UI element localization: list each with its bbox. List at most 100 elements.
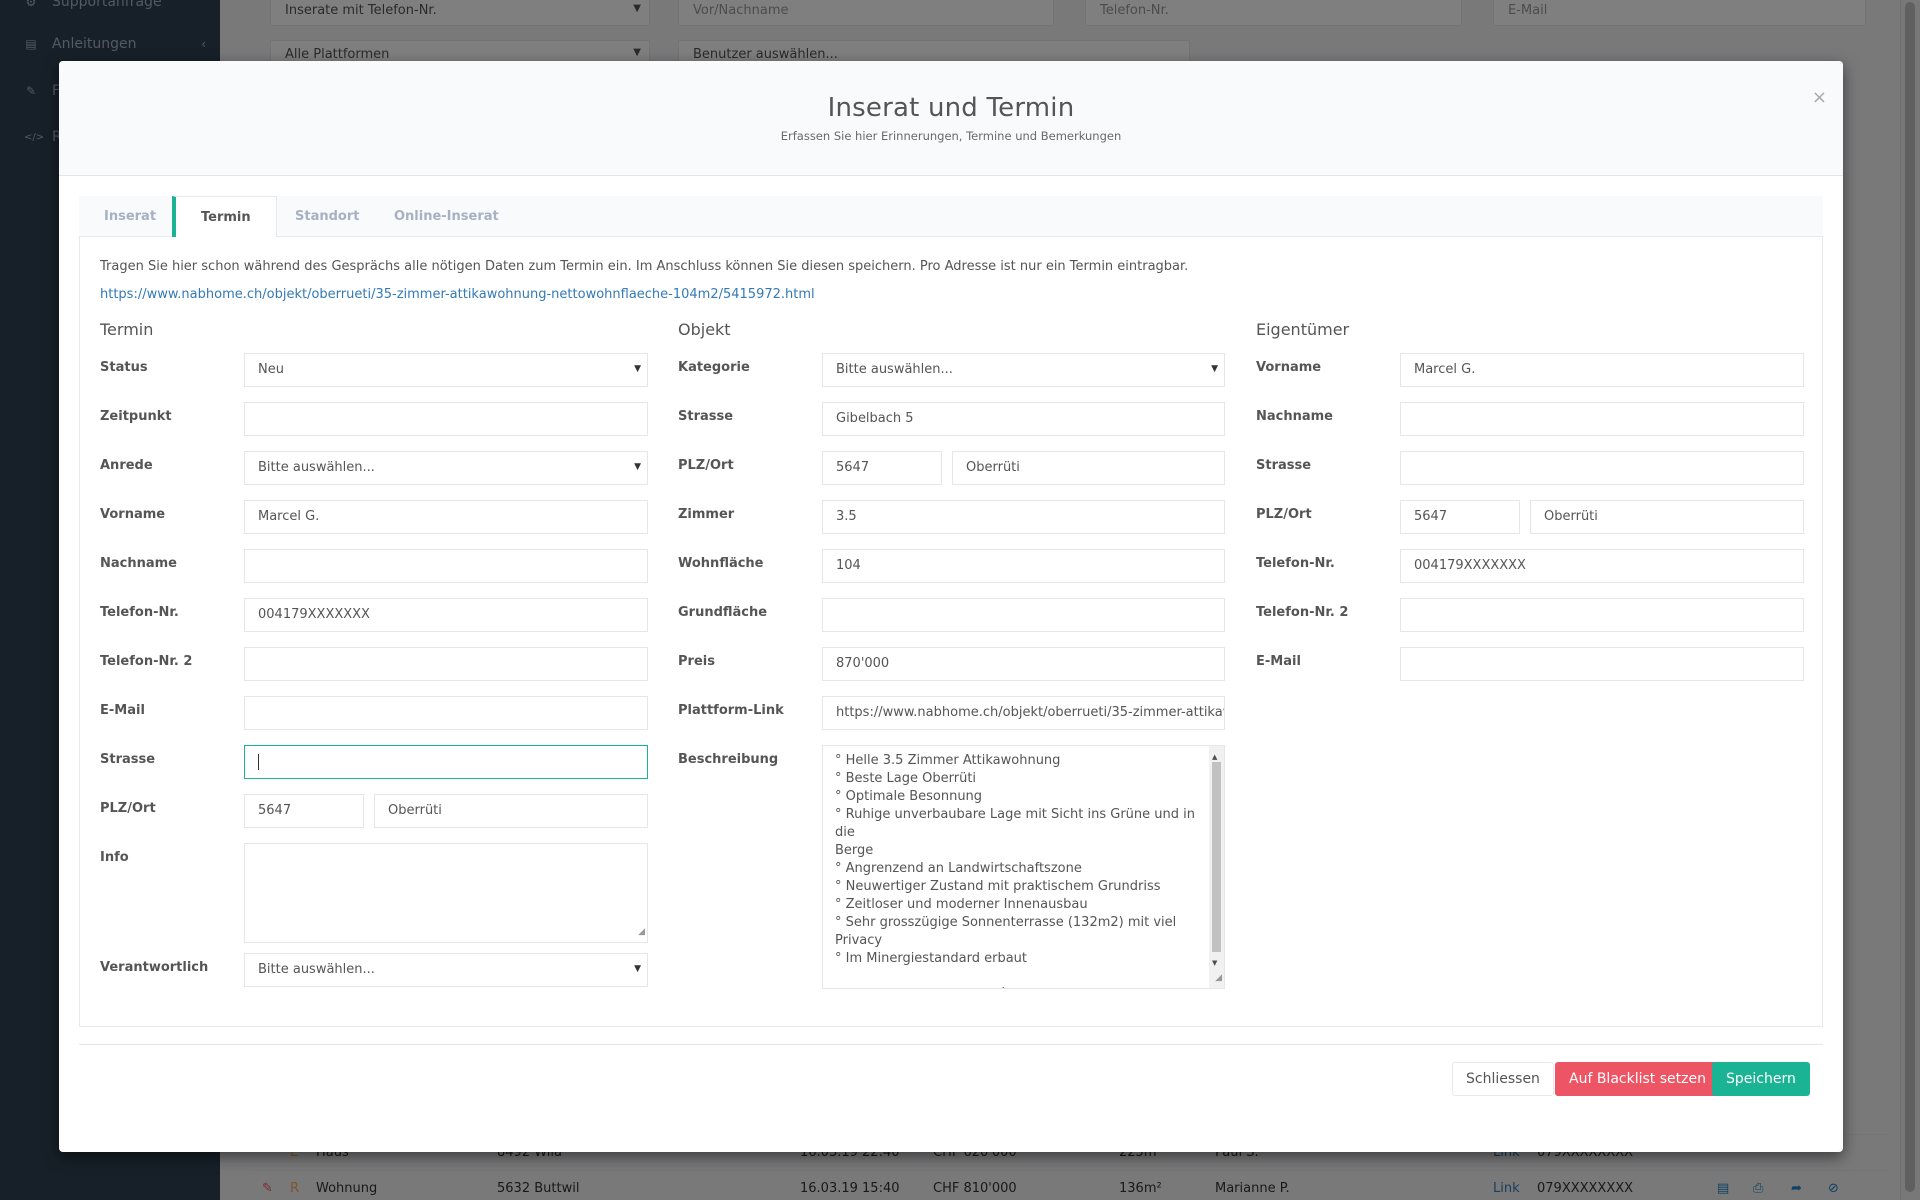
beschreibung-line: Berge (835, 843, 874, 858)
email-label: E-Mail (100, 703, 145, 718)
objekt-strasse-input[interactable]: Gibelbach 5 (822, 402, 1225, 436)
objekt-section-title: Objekt (678, 320, 731, 339)
inserat-termin-modal: Inserat und Termin Erfassen Sie hier Eri… (59, 61, 1843, 1152)
eigentuemer-nachname-input[interactable] (1400, 402, 1804, 436)
telefon2-label: Telefon-Nr. 2 (100, 654, 193, 669)
close-button[interactable]: Schliessen (1452, 1062, 1554, 1096)
preis-label: Preis (678, 654, 715, 669)
intro-text: Tragen Sie hier schon während des Gesprä… (100, 259, 1189, 274)
ort-input[interactable]: Oberrüti (374, 794, 648, 828)
anrede-select[interactable]: Bitte auswählen... ▼ (244, 451, 648, 485)
eigentuemer-telefon2-label: Telefon-Nr. 2 (1256, 605, 1349, 620)
tab-termin[interactable]: Termin (172, 196, 277, 238)
eigentuemer-section-title: Eigentümer (1256, 320, 1350, 339)
beschreibung-line: ° 2 x Einstellhallenplätze à CHF 35.000 … (835, 986, 1204, 988)
objekt-ort-input[interactable]: Oberrüti (952, 451, 1225, 485)
resize-handle-icon[interactable]: ◢ (1215, 969, 1222, 987)
eigentuemer-email-label: E-Mail (1256, 654, 1301, 669)
modal-body: Inserat Termin Standort Online-Inserat T… (79, 196, 1823, 1027)
beschreibung-line: ° Beste Lage Oberrüti (835, 771, 977, 786)
telefon2-input[interactable] (244, 647, 648, 681)
zeitpunkt-input[interactable] (244, 402, 648, 436)
select-value: Bitte auswählen... (258, 962, 375, 977)
termin-section-title: Termin (100, 320, 154, 339)
zimmer-label: Zimmer (678, 507, 735, 522)
telefon-label: Telefon-Nr. (100, 605, 179, 620)
caret-down-icon: ▼ (634, 462, 641, 472)
close-icon[interactable]: × (1812, 87, 1827, 108)
eigentuemer-plz-ort-label: PLZ/Ort (1256, 507, 1312, 522)
vorname-input[interactable]: Marcel G. (244, 500, 648, 534)
strasse-label: Strasse (100, 752, 156, 767)
eigentuemer-ort-input[interactable]: Oberrüti (1530, 500, 1804, 534)
status-select[interactable]: Neu ▼ (244, 353, 648, 387)
modal-header: Inserat und Termin Erfassen Sie hier Eri… (59, 61, 1843, 176)
zeitpunkt-label: Zeitpunkt (100, 409, 172, 424)
beschreibung-line: ° Angrenzend an Landwirtschaftszone (835, 861, 1082, 876)
status-label: Status (100, 360, 148, 375)
eigentuemer-telefon2-input[interactable] (1400, 598, 1804, 632)
tab-bar: Inserat Termin Standort Online-Inserat (79, 196, 1823, 238)
zimmer-input[interactable]: 3.5 (822, 500, 1225, 534)
telefon-input[interactable]: 004179XXXXXXX (244, 598, 648, 632)
objekt-strasse-label: Strasse (678, 409, 734, 424)
grundflaeche-label: Grundfläche (678, 605, 768, 620)
kategorie-label: Kategorie (678, 360, 750, 375)
beschreibung-line: ° Ruhige unverbaubare Lage mit Sicht ins… (835, 807, 1196, 840)
eigentuemer-telefon-label: Telefon-Nr. (1256, 556, 1335, 571)
text-caret (258, 754, 259, 770)
beschreibung-line: ° Neuwertiger Zustand mit praktischem Gr… (835, 879, 1161, 894)
termin-panel: Tragen Sie hier schon während des Gesprä… (79, 237, 1823, 1027)
wohnflaeche-input[interactable]: 104 (822, 549, 1225, 583)
eigentuemer-nachname-label: Nachname (1256, 409, 1334, 424)
plattform-link-input[interactable]: https://www.nabhome.ch/objekt/oberrueti/… (822, 696, 1225, 730)
caret-down-icon: ▼ (634, 964, 641, 974)
blacklist-button[interactable]: Auf Blacklist setzen (1555, 1062, 1720, 1096)
beschreibung-line: ° Helle 3.5 Zimmer Attikawohnung (835, 753, 1061, 768)
tab-inserat[interactable]: Inserat (79, 196, 181, 237)
beschreibung-text: ° Helle 3.5 Zimmer Attikawohnung ° Beste … (835, 752, 1204, 988)
objekt-plz-input[interactable]: 5647 (822, 451, 942, 485)
eigentuemer-email-input[interactable] (1400, 647, 1804, 681)
grundflaeche-input[interactable] (822, 598, 1225, 632)
modal-subtitle: Erfassen Sie hier Erinnerungen, Termine … (780, 129, 1122, 143)
modal-title: Inserat und Termin (827, 93, 1075, 123)
nachname-input[interactable] (244, 549, 648, 583)
nachname-label: Nachname (100, 556, 178, 571)
beschreibung-line: ° Im Minergiestandard erbaut (835, 951, 1027, 966)
anrede-label: Anrede (100, 458, 153, 473)
tab-standort[interactable]: Standort (270, 196, 384, 237)
info-textarea[interactable]: ◢ (244, 843, 648, 943)
beschreibung-line: ° Zeitloser und moderner Innenausbau (835, 897, 1088, 912)
verantwortlich-label: Verantwortlich (100, 960, 209, 975)
select-value: Bitte auswählen... (836, 362, 953, 377)
save-button[interactable]: Speichern (1712, 1062, 1810, 1096)
eigentuemer-vorname-input[interactable]: Marcel G. (1400, 353, 1804, 387)
eigentuemer-strasse-input[interactable] (1400, 451, 1804, 485)
plattform-link-label: Plattform-Link (678, 703, 784, 718)
scrollbar-thumb[interactable] (1212, 762, 1221, 952)
wohnflaeche-label: Wohnfläche (678, 556, 764, 571)
listing-link[interactable]: https://www.nabhome.ch/objekt/oberrueti/… (100, 287, 815, 302)
preis-input[interactable]: 870'000 (822, 647, 1225, 681)
plz-input[interactable]: 5647 (244, 794, 364, 828)
eigentuemer-plz-input[interactable]: 5647 (1400, 500, 1520, 534)
verantwortlich-select[interactable]: Bitte auswählen... ▼ (244, 953, 648, 987)
textarea-scrollbar[interactable]: ▲ ▼ (1209, 746, 1224, 988)
beschreibung-label: Beschreibung (678, 752, 779, 767)
email-input[interactable] (244, 696, 648, 730)
tab-online-inserat[interactable]: Online-Inserat (369, 196, 524, 237)
beschreibung-textarea[interactable]: ° Helle 3.5 Zimmer Attikawohnung ° Beste … (822, 745, 1225, 989)
select-value: Bitte auswählen... (258, 460, 375, 475)
resize-handle-icon[interactable]: ◢ (638, 923, 645, 941)
beschreibung-line: ° Optimale Besonnung (835, 789, 983, 804)
kategorie-select[interactable]: Bitte auswählen... ▼ (822, 353, 1225, 387)
strasse-input[interactable] (244, 745, 648, 779)
plz-ort-label: PLZ/Ort (100, 801, 156, 816)
beschreibung-line (835, 968, 1204, 986)
eigentuemer-telefon-input[interactable]: 004179XXXXXXX (1400, 549, 1804, 583)
modal-footer-divider (79, 1044, 1823, 1045)
beschreibung-line: ° Sehr grosszügige Sonnenterrasse (132m2… (835, 915, 1177, 948)
caret-down-icon: ▼ (1211, 364, 1218, 374)
select-value: Neu (258, 362, 284, 377)
